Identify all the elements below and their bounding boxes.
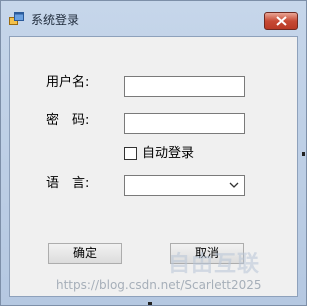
language-label: 语 言:	[46, 176, 90, 191]
auto-login-label[interactable]: 自动登录	[142, 146, 194, 161]
resize-edge-marker	[302, 152, 305, 156]
resize-edge-marker	[148, 302, 152, 305]
username-input[interactable]	[124, 76, 245, 97]
chevron-down-icon	[229, 182, 239, 188]
window-title: 系统登录	[31, 13, 80, 27]
password-input[interactable]	[124, 113, 245, 134]
username-label: 用户名:	[46, 75, 90, 90]
language-select[interactable]	[124, 175, 245, 196]
auto-login-checkbox[interactable]	[124, 147, 137, 160]
title-bar[interactable]: 系统登录	[1, 1, 306, 31]
app-window-icon	[9, 12, 24, 25]
watermark-logo: 自由互联	[168, 252, 261, 277]
close-icon	[276, 16, 287, 26]
watermark-url: https://blog.csdn.net/Scarlett2025	[56, 278, 262, 292]
close-button[interactable]	[264, 12, 298, 30]
ok-button[interactable]: 确定	[48, 243, 122, 264]
password-label: 密 码:	[46, 113, 90, 128]
